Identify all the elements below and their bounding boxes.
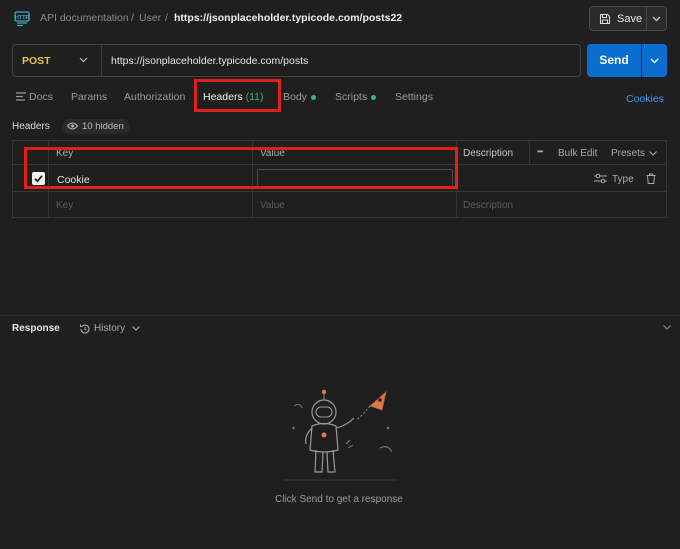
type-button[interactable]: Type	[612, 174, 634, 185]
hidden-headers-label: 10 hidden	[82, 121, 124, 132]
chevron-down-icon	[650, 58, 659, 64]
save-icon	[599, 13, 611, 25]
sliders-icon[interactable]	[594, 173, 607, 184]
svg-text:HTTP: HTTP	[15, 15, 30, 21]
history-icon	[79, 323, 91, 335]
breadcrumb-separator: /	[165, 12, 168, 24]
table-divider	[12, 191, 667, 192]
status-dot	[371, 94, 377, 100]
chevron-down-icon[interactable]	[132, 326, 140, 331]
save-options-button[interactable]	[647, 6, 667, 31]
hidden-headers-toggle[interactable]: 10 hidden	[62, 119, 130, 134]
send-button[interactable]: Send	[587, 44, 641, 77]
table-divider	[529, 140, 530, 164]
bulk-edit-button[interactable]: Bulk Edit	[558, 148, 597, 159]
more-options-button[interactable]: •••	[537, 147, 543, 156]
tab-settings[interactable]: Settings	[395, 91, 433, 103]
tab-scripts[interactable]: Scripts	[335, 91, 377, 103]
new-value-placeholder[interactable]: Value	[260, 200, 285, 211]
new-key-placeholder[interactable]: Key	[56, 200, 73, 211]
eye-icon	[67, 122, 78, 130]
column-header-description: Description	[463, 148, 514, 159]
docs-icon	[16, 92, 26, 101]
presets-button[interactable]: Presets	[611, 148, 645, 159]
request-url-bar: POST https://jsonplaceholder.typicode.co…	[12, 44, 581, 77]
trash-icon[interactable]	[646, 173, 656, 184]
chevron-down-icon[interactable]	[649, 151, 657, 156]
new-description-placeholder[interactable]: Description	[463, 200, 513, 211]
url-input[interactable]: https://jsonplaceholder.typicode.com/pos…	[111, 55, 308, 67]
breadcrumb-item-folder[interactable]: User	[139, 12, 161, 24]
chevron-down-icon[interactable]	[79, 57, 88, 63]
request-name[interactable]: https://jsonplaceholder.typicode.com/pos…	[174, 12, 402, 24]
cookies-link[interactable]: Cookies	[626, 93, 664, 105]
history-dropdown[interactable]: History	[94, 323, 125, 334]
tab-body[interactable]: Body	[283, 91, 316, 103]
save-label: Save	[617, 13, 643, 25]
tab-params[interactable]: Params	[71, 91, 107, 103]
response-title: Response	[12, 323, 60, 334]
send-options-button[interactable]	[642, 44, 667, 77]
top-bar: HTTP API documentation / User / https://…	[0, 0, 680, 38]
empty-response-message: Click Send to get a response	[275, 494, 403, 505]
breadcrumb-separator: /	[131, 12, 134, 24]
divider	[101, 45, 102, 76]
breadcrumb-item-collection[interactable]: API documentation	[40, 12, 129, 24]
highlight-box-headers-tab	[194, 79, 281, 112]
collapse-response-icon[interactable]	[663, 325, 671, 330]
highlight-box-cookie-row	[24, 147, 458, 189]
chevron-down-icon	[652, 16, 661, 22]
section-divider	[0, 315, 680, 316]
tab-scripts-label: Scripts	[335, 91, 368, 103]
http-request-icon: HTTP	[14, 11, 32, 27]
tab-body-label: Body	[283, 91, 307, 103]
status-dot	[310, 94, 316, 100]
presets-label: Presets	[611, 148, 645, 159]
tab-docs[interactable]: Docs	[29, 91, 53, 103]
method-select[interactable]: POST	[22, 55, 51, 67]
astronaut-rocket-illustration	[284, 388, 398, 484]
headers-section-title: Headers	[12, 121, 50, 132]
save-button[interactable]: Save	[589, 6, 647, 31]
tab-authorization[interactable]: Authorization	[124, 91, 185, 103]
